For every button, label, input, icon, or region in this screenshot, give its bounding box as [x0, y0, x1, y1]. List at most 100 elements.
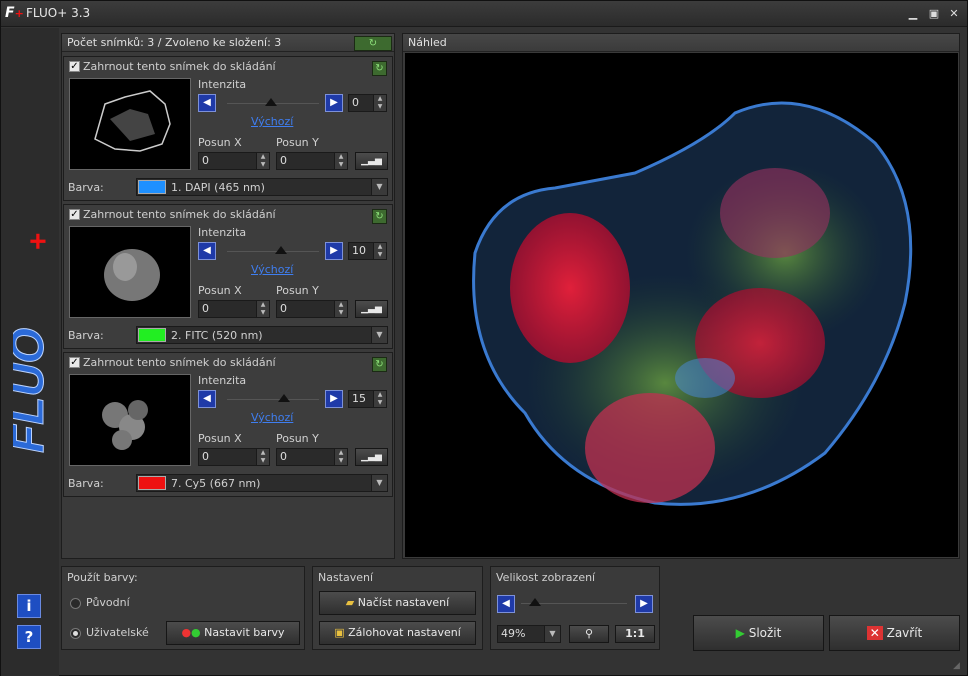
shift-y-input[interactable]: 0 ▲ ▼ — [276, 448, 348, 466]
shift-x-input[interactable]: 0 ▲ ▼ — [198, 448, 270, 466]
default-link[interactable]: Výchozí — [251, 263, 293, 276]
color-swatch — [138, 180, 166, 194]
intensity-slider-thumb[interactable] — [278, 394, 290, 402]
intensity-decrease-button[interactable]: ◀ — [198, 94, 216, 112]
refresh-icon[interactable]: ↻ — [372, 61, 387, 76]
user-colors-label: Uživatelské — [86, 626, 149, 639]
chevron-down-icon[interactable]: ▼ — [371, 475, 387, 491]
histogram-button[interactable]: ▁▃▅ — [355, 448, 388, 466]
color-select[interactable]: 7. Cy5 (667 nm) ▼ — [136, 474, 388, 492]
intensity-increase-button[interactable]: ▶ — [325, 390, 343, 408]
color-select[interactable]: 1. DAPI (465 nm) ▼ — [136, 178, 388, 196]
spinner[interactable]: ▲ ▼ — [373, 243, 386, 259]
shift-x-input[interactable]: 0 ▲ ▼ — [198, 152, 270, 170]
original-colors-label: Původní — [86, 596, 130, 609]
close-button[interactable]: ✕ Zavřít — [829, 615, 960, 651]
settings-group: Nastavení ▰ Načíst nastavení ▣ Zálohovat… — [312, 566, 483, 650]
actual-size-button[interactable]: 1:1 — [615, 625, 655, 643]
colors-group: Použít barvy: Původní Uživatelské ●● Nas… — [61, 566, 305, 650]
info-button[interactable]: i — [17, 594, 41, 618]
default-link[interactable]: Výchozí — [251, 115, 293, 128]
composite-preview-image — [405, 53, 958, 557]
title-bar: F+ FLUO+ 3.3 ▁ ▣ ✕ — [1, 1, 967, 27]
refresh-icon[interactable]: ↻ — [372, 357, 387, 372]
window-title: FLUO+ 3.3 — [26, 6, 91, 20]
help-button[interactable]: ? — [17, 625, 41, 649]
app-icon: F+ — [5, 5, 24, 21]
histogram-button[interactable]: ▁▃▅ — [355, 300, 388, 318]
close-icon: ✕ — [866, 626, 883, 640]
refresh-icon[interactable]: ↻ — [372, 209, 387, 224]
original-colors-radio[interactable] — [70, 598, 81, 609]
intensity-input[interactable]: 15 ▲ ▼ — [348, 390, 387, 408]
resize-grip-icon[interactable]: ◢ — [953, 661, 960, 671]
include-checkbox[interactable]: ✓ — [69, 209, 80, 220]
spinner[interactable]: ▲ ▼ — [373, 95, 386, 111]
fluo-logo: FLUO + — [13, 232, 53, 453]
histogram-button[interactable]: ▁▃▅ — [355, 152, 388, 170]
set-colors-button[interactable]: ●● Nastavit barvy — [166, 621, 300, 645]
layer-card: ✓ Zahrnout tento snímek do skládání ↻ In… — [63, 352, 393, 497]
intensity-slider-thumb[interactable] — [265, 98, 277, 106]
layer-thumbnail — [69, 78, 191, 170]
intensity-increase-button[interactable]: ▶ — [325, 242, 343, 260]
intensity-decrease-button[interactable]: ◀ — [198, 390, 216, 408]
shift-x-label: Posun X — [198, 284, 242, 297]
intensity-input[interactable]: 0 ▲ ▼ — [348, 94, 387, 112]
open-folder-icon: ▰ — [345, 596, 355, 609]
shift-y-input[interactable]: 0 ▲ ▼ — [276, 300, 348, 318]
refresh-all-icon[interactable]: ↻ — [354, 36, 392, 51]
intensity-decrease-button[interactable]: ◀ — [198, 242, 216, 260]
close-window-button[interactable]: ✕ — [947, 8, 961, 20]
color-label: Barva: — [68, 329, 104, 342]
intensity-increase-button[interactable]: ▶ — [325, 94, 343, 112]
include-label: Zahrnout tento snímek do skládání — [83, 356, 276, 369]
intensity-slider[interactable] — [227, 251, 319, 252]
svg-text:+: + — [22, 232, 53, 250]
layers-count-label: Počet snímků: 3 / Zvoleno ke složení: 3 — [62, 34, 394, 52]
layer-thumbnail — [69, 226, 191, 318]
compose-button[interactable]: ▶ Složit — [693, 615, 824, 651]
maximize-button[interactable]: ▣ — [927, 8, 941, 20]
include-label: Zahrnout tento snímek do skládání — [83, 60, 276, 73]
magnifier-icon: ⚲ — [584, 627, 594, 640]
user-colors-radio[interactable] — [70, 628, 81, 639]
magnifier-button[interactable]: ⚲ — [569, 625, 609, 643]
chevron-down-icon[interactable]: ▼ — [544, 626, 560, 642]
shift-y-input[interactable]: 0 ▲ ▼ — [276, 152, 348, 170]
shift-y-label: Posun Y — [276, 432, 319, 445]
shift-y-label: Posun Y — [276, 136, 319, 149]
intensity-label: Intenzita — [198, 374, 247, 387]
logo-sidebar: FLUO + i ? — [1, 28, 59, 676]
colors-group-label: Použít barvy: — [67, 571, 138, 584]
intensity-slider[interactable] — [227, 399, 319, 400]
intensity-label: Intenzita — [198, 226, 247, 239]
shift-x-input[interactable]: 0 ▲ ▼ — [198, 300, 270, 318]
include-checkbox[interactable]: ✓ — [69, 61, 80, 72]
backup-settings-button[interactable]: ▣ Zálohovat nastavení — [319, 621, 476, 645]
intensity-input[interactable]: 10 ▲ ▼ — [348, 242, 387, 260]
color-label: Barva: — [68, 477, 104, 490]
color-select[interactable]: 2. FITC (520 nm) ▼ — [136, 326, 388, 344]
zoom-group: Velikost zobrazení ◀ ▶ 49% ▼ ⚲ 1:1 — [490, 566, 660, 650]
preview-header: Náhled — [403, 34, 959, 52]
zoom-group-label: Velikost zobrazení — [496, 571, 596, 584]
svg-text:FLUO: FLUO — [13, 328, 53, 453]
shift-x-label: Posun X — [198, 432, 242, 445]
load-settings-button[interactable]: ▰ Načíst nastavení — [319, 591, 476, 615]
intensity-slider-thumb[interactable] — [275, 246, 287, 254]
zoom-slider-thumb[interactable] — [529, 598, 541, 606]
zoom-increase-button[interactable]: ▶ — [635, 595, 653, 613]
zoom-decrease-button[interactable]: ◀ — [497, 595, 515, 613]
chevron-down-icon[interactable]: ▼ — [371, 179, 387, 195]
chevron-down-icon[interactable]: ▼ — [371, 327, 387, 343]
default-link[interactable]: Výchozí — [251, 411, 293, 424]
color-label: Barva: — [68, 181, 104, 194]
layer-card: ✓ Zahrnout tento snímek do skládání ↻ In… — [63, 56, 393, 201]
rgb-icon: ● — [181, 626, 192, 639]
include-checkbox[interactable]: ✓ — [69, 357, 80, 368]
minimize-button[interactable]: ▁ — [906, 8, 920, 20]
spinner[interactable]: ▲ ▼ — [373, 391, 386, 407]
zoom-select[interactable]: 49% ▼ — [497, 625, 561, 643]
app-window: F+ FLUO+ 3.3 ▁ ▣ ✕ FLUO + i ? Počet sním… — [0, 0, 968, 676]
